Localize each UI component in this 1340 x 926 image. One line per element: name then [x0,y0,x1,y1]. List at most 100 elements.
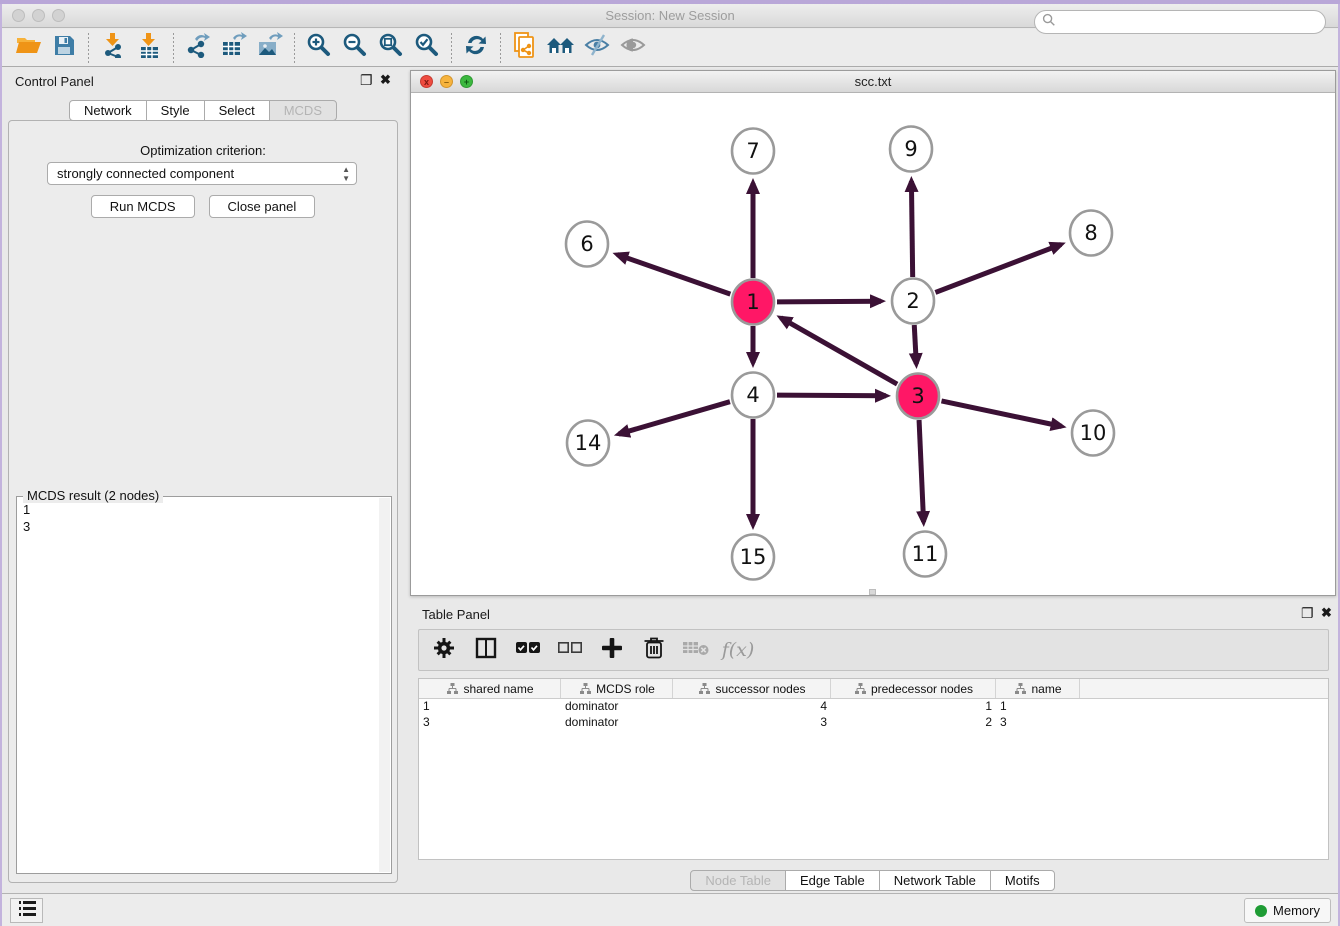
table-panel: Table Panel ❐ ✖ f(x) shared name MCDS rol… [410,600,1336,894]
table-toolbar: f(x) [418,629,1329,671]
table-cell[interactable]: 1 [831,699,996,715]
table-cell[interactable]: dominator [561,699,673,715]
control-panel-float-icon[interactable]: ❐ [360,73,373,87]
table-panel-header: Table Panel ❐ ✖ [410,600,1336,628]
tab-network-table[interactable]: Network Table [879,870,991,891]
import-table-button[interactable] [131,33,167,63]
zoom-in-button[interactable] [301,33,337,63]
graph-edge-1-2[interactable] [777,301,881,302]
network-canvas[interactable]: 7 9 6 8 1 2 4 3 14 10 15 11 [411,93,1335,595]
table-cell[interactable]: 3 [673,715,831,731]
node-table-header: shared name MCDS role successor nodesprede… [419,679,1328,699]
table-row[interactable]: 1dominator411 [419,699,1328,715]
tab-edge-table[interactable]: Edge Table [785,870,880,891]
graph-node-6[interactable]: 6 [566,222,608,267]
column-header-successor-nodes[interactable]: successor nodes [673,679,831,698]
criterion-dropdown-value: strongly connected component [57,166,234,181]
graph-node-3[interactable]: 3 [897,374,939,419]
tab-network[interactable]: Network [69,100,147,121]
list-icon [17,899,37,922]
criterion-dropdown[interactable]: strongly connected component ▲▼ [47,162,357,185]
table-cell[interactable]: 1 [419,699,561,715]
graph-node-8[interactable]: 8 [1070,211,1112,256]
search-field[interactable] [1034,10,1326,34]
task-history-button[interactable] [10,898,43,923]
run-mcds-button[interactable]: Run MCDS [91,195,195,218]
zoom-fit-button[interactable] [373,33,409,63]
function-builder-button: f(x) [725,637,751,663]
graph-edge-2-8[interactable] [935,244,1061,292]
graph-node-9[interactable]: 9 [890,127,932,172]
memory-button[interactable]: Memory [1244,898,1331,923]
svg-text:1: 1 [746,290,759,314]
zoom-selected-button[interactable] [409,33,445,63]
hide-eye-button[interactable] [579,33,615,63]
table-cell[interactable]: 1 [996,699,1080,715]
table-cell[interactable]: 3 [419,715,561,731]
show-eye-button [615,33,651,63]
graph-edge-3-11[interactable] [919,420,924,522]
export-image-button[interactable] [252,33,288,63]
graph-edge-4-3[interactable] [777,395,886,396]
graph-edge-3-10[interactable] [941,401,1061,426]
graph-node-1[interactable]: 1 [732,280,774,325]
delete-row-button[interactable] [641,637,667,663]
open-session-button[interactable] [10,33,46,63]
close-panel-button[interactable]: Close panel [209,195,316,218]
graph-edge-2-3[interactable] [914,325,916,364]
graph-node-15[interactable]: 15 [732,535,774,580]
split-resize-handle[interactable] [869,589,876,595]
table-row[interactable]: 3dominator323 [419,715,1328,731]
save-session-button[interactable] [46,33,82,63]
open-session-icon [15,33,42,62]
graph-edge-3-1[interactable] [781,318,897,384]
tab-style[interactable]: Style [146,100,205,121]
search-icon [1042,13,1056,32]
refresh-layout-icon [463,32,489,63]
mcds-result-text[interactable]: 13 [19,501,377,871]
export-table-button[interactable] [216,33,252,63]
search-input[interactable] [1056,15,1325,29]
graph-node-14[interactable]: 14 [567,421,609,466]
add-row-button[interactable] [599,637,625,663]
import-network-icon [101,32,125,63]
mcds-result-scrollbar[interactable] [379,498,390,872]
network-window-titlebar[interactable]: x – + scc.txt [411,71,1335,93]
tab-node-table[interactable]: Node Table [690,870,786,891]
deselect-all-button[interactable] [557,637,583,663]
duplicate-network-button[interactable] [507,33,543,63]
table-panel-close-icon[interactable]: ✖ [1321,606,1332,620]
refresh-layout-button[interactable] [458,33,494,63]
tab-select[interactable]: Select [204,100,270,121]
graph-edge-2-9[interactable] [911,181,912,277]
table-cell[interactable]: 2 [831,715,996,731]
graph-node-7[interactable]: 7 [732,129,774,174]
tab-motifs[interactable]: Motifs [990,870,1055,891]
tab-mcds[interactable]: MCDS [269,100,337,121]
column-header-shared-name[interactable]: shared name [419,679,561,698]
import-network-button[interactable] [95,33,131,63]
zoom-out-button[interactable] [337,33,373,63]
home-button[interactable] [543,33,579,63]
table-panel-title: Table Panel [422,607,490,622]
import-table-icon [137,32,161,63]
graph-node-11[interactable]: 11 [904,532,946,577]
column-label: MCDS role [596,682,655,696]
graph-edge-4-14[interactable] [619,402,730,434]
settings-gear-button[interactable] [431,637,457,663]
column-header-name[interactable]: name [996,679,1080,698]
control-panel-close-icon[interactable]: ✖ [380,73,391,87]
table-cell[interactable]: dominator [561,715,673,731]
table-panel-float-icon[interactable]: ❐ [1301,606,1314,620]
table-cell[interactable]: 3 [996,715,1080,731]
export-network-button[interactable] [180,33,216,63]
toggle-column-panel-button[interactable] [473,637,499,663]
graph-node-2[interactable]: 2 [892,279,934,324]
select-all-button[interactable] [515,637,541,663]
column-header-MCDS-role[interactable]: MCDS role [561,679,673,698]
graph-node-10[interactable]: 10 [1072,411,1114,456]
table-cell[interactable]: 4 [673,699,831,715]
column-header-predecessor-nodes[interactable]: predecessor nodes [831,679,996,698]
graph-node-4[interactable]: 4 [732,373,774,418]
graph-edge-1-6[interactable] [617,255,730,295]
